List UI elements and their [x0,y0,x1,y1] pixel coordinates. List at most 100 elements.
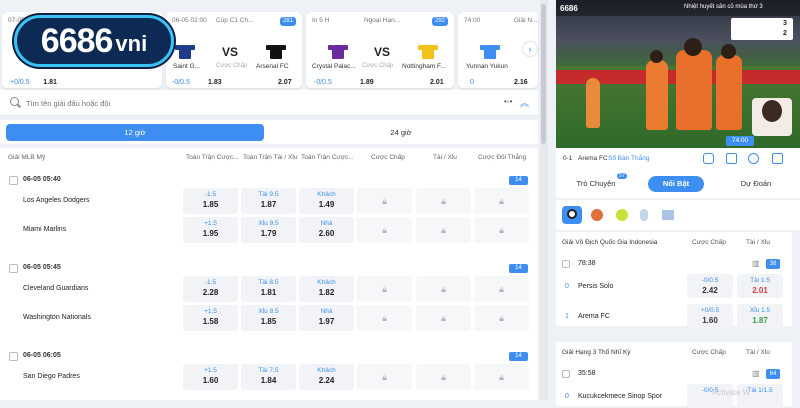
odds-line: Xỉu 9.5 [258,220,279,227]
settings-icon[interactable] [772,153,783,164]
player-head [650,50,663,63]
select-game-checkbox[interactable] [9,176,18,185]
team-name: Miami Marlins [23,226,67,233]
odds-line: +1.5 [204,220,217,227]
odds-cell[interactable]: Khách 1.49 [299,188,354,214]
market-label: Cược Chấp [362,63,394,69]
handicap-cell[interactable]: +0/0.5 1.60 [687,304,733,328]
match-card-3[interactable]: In 5 H Ngoại Hạn... 292 VS Crystal Palac… [306,12,454,88]
odds-cell[interactable]: Nhà 1.97 [299,305,354,331]
select-game-checkbox[interactable] [9,352,18,361]
stats-icon[interactable]: ▥ [752,259,760,268]
basketball-icon[interactable] [591,209,603,221]
tab-24h[interactable]: 24 giờ [270,124,532,141]
match-team: Arema FC [578,155,608,162]
streamer-face [762,100,782,122]
overunder-cell[interactable]: Tài 1.5 2.01 [737,274,783,298]
os-watermark: Activate W [712,388,751,397]
odds-value: 2.60 [318,229,335,238]
more-markets-badge[interactable]: 14 [509,264,528,273]
odds-cell[interactable]: Tài 7.5 1.84 [241,364,296,390]
flag-icon[interactable] [662,210,674,220]
tab-chat-label: Trò Chuyện [576,179,616,188]
player [716,55,742,130]
odds[interactable]: 1.81 [43,79,57,86]
soccer-ball-glyph [567,209,577,219]
more-options-icon[interactable]: •◦• [504,97,512,106]
odds-cell[interactable]: Tài 9.5 1.87 [241,188,296,214]
home-odds[interactable]: 2.16 [514,79,528,86]
markets-badge[interactable]: 38 [766,259,780,269]
odds-cell[interactable]: Xỉu 8.5 1.85 [241,305,296,331]
live-video[interactable]: 6686 Nhiệt huyết sân cỏ mùa thứ 3 3 2 74… [556,0,800,148]
home-shirt-icon [328,45,348,59]
col-header-2: Toàn Trận Tài / Xỉu [243,154,298,161]
tennis-ball-icon[interactable] [616,209,628,221]
scrollbar-thumb[interactable] [541,4,546,144]
odds-line: Xỉu 8.5 [258,308,279,315]
search-input[interactable] [26,95,466,111]
tab-predict[interactable]: Dự Đoán [728,176,784,192]
goal-log-link[interactable]: Sổ Bàn Thắng [608,155,649,162]
site-logo[interactable]: 6686 vni [14,15,174,67]
select-checkbox[interactable] [562,370,570,378]
odds-value: 1.58 [202,317,219,326]
player-head [721,44,736,59]
carousel-next-button[interactable]: › [523,42,537,56]
locked-market-lock-icon: 🔒︎ [357,276,412,302]
overunder-cell[interactable]: Xỉu 1.5 1.87 [737,304,783,328]
locked-market-lock-icon: 🔒︎ [416,217,471,243]
home-odds[interactable]: 1.83 [208,79,222,86]
select-game-checkbox[interactable] [9,264,18,273]
odds-cell[interactable]: Khách 1.82 [299,276,354,302]
tab-featured[interactable]: Nổi Bật [648,176,704,192]
odds-cell[interactable]: Xỉu 9.5 1.79 [241,217,296,243]
microphone-icon[interactable] [640,209,648,221]
league-name: Giải N... [514,17,538,24]
share-icon[interactable] [748,153,759,164]
odds-cell[interactable]: Nhà 2.60 [299,217,354,243]
mic-icon[interactable] [703,153,714,164]
odds-cell[interactable]: Tài 8.5 1.81 [241,276,296,302]
team-name: San Diego Padres [23,373,80,380]
select-checkbox[interactable] [562,260,570,268]
handicap: -0/0.5 [314,79,332,86]
odds-cell[interactable]: +1.5 1.60 [183,364,238,390]
locked-market-lock-icon: 🔒︎ [357,364,412,390]
col-overunder: Tài / Xỉu [746,349,770,356]
collapse-icon[interactable]: ︽ [520,96,529,109]
screen-icon[interactable] [726,153,737,164]
home-team: Crystal Palac... [312,63,356,70]
odds-cell[interactable]: +1.5 1.58 [183,305,238,331]
market-count[interactable]: 281 [279,17,296,26]
tab-12h[interactable]: 12 giờ [6,124,264,141]
more-markets-badge[interactable]: 14 [509,176,528,185]
handicap-cell[interactable]: -0/0.5 2.42 [687,274,733,298]
right-league-block: Giải Vô Địch Quốc Gia Indonesia Cược Chấ… [556,232,792,328]
panel-tabs: Trò Chuyện 57 Nổi Bật Dự Đoán [562,173,794,194]
locked-market-lock-icon: 🔒︎ [357,188,412,214]
handicap: -0/0.5 [172,79,190,86]
odds-cell[interactable]: -1.5 2.28 [183,276,238,302]
odds-cell[interactable]: +1.5 1.95 [183,217,238,243]
odds-cell[interactable]: Khách 2.24 [299,364,354,390]
team-name: Washington Nationals [23,314,91,321]
scoreboard: 3 2 [731,18,793,40]
team-name: Arema FC [578,313,610,320]
markets-badge[interactable]: 64 [766,369,780,379]
more-markets-badge[interactable]: 14 [509,352,528,361]
chat-count-badge: 57 [617,173,628,179]
live-time: 35:58 [578,370,596,377]
match-card-2[interactable]: 06-05 02:00 Cúp C1 Ch... 281 VS Saint G.… [166,12,302,88]
market-count[interactable]: 292 [431,17,448,26]
away-odds[interactable]: 2.01 [430,79,444,86]
col-overunder: Tài / Xỉu [746,239,770,246]
home-odds[interactable]: 1.89 [360,79,374,86]
tab-chat[interactable]: Trò Chuyện [568,176,624,192]
odds-line: Khách [317,279,336,286]
vs-label: VS [374,45,391,59]
stats-icon[interactable]: ▥ [752,369,760,378]
odds-value: 1.85 [260,317,277,326]
odds-cell[interactable]: -1.5 1.85 [183,188,238,214]
away-odds[interactable]: 2.07 [278,79,292,86]
